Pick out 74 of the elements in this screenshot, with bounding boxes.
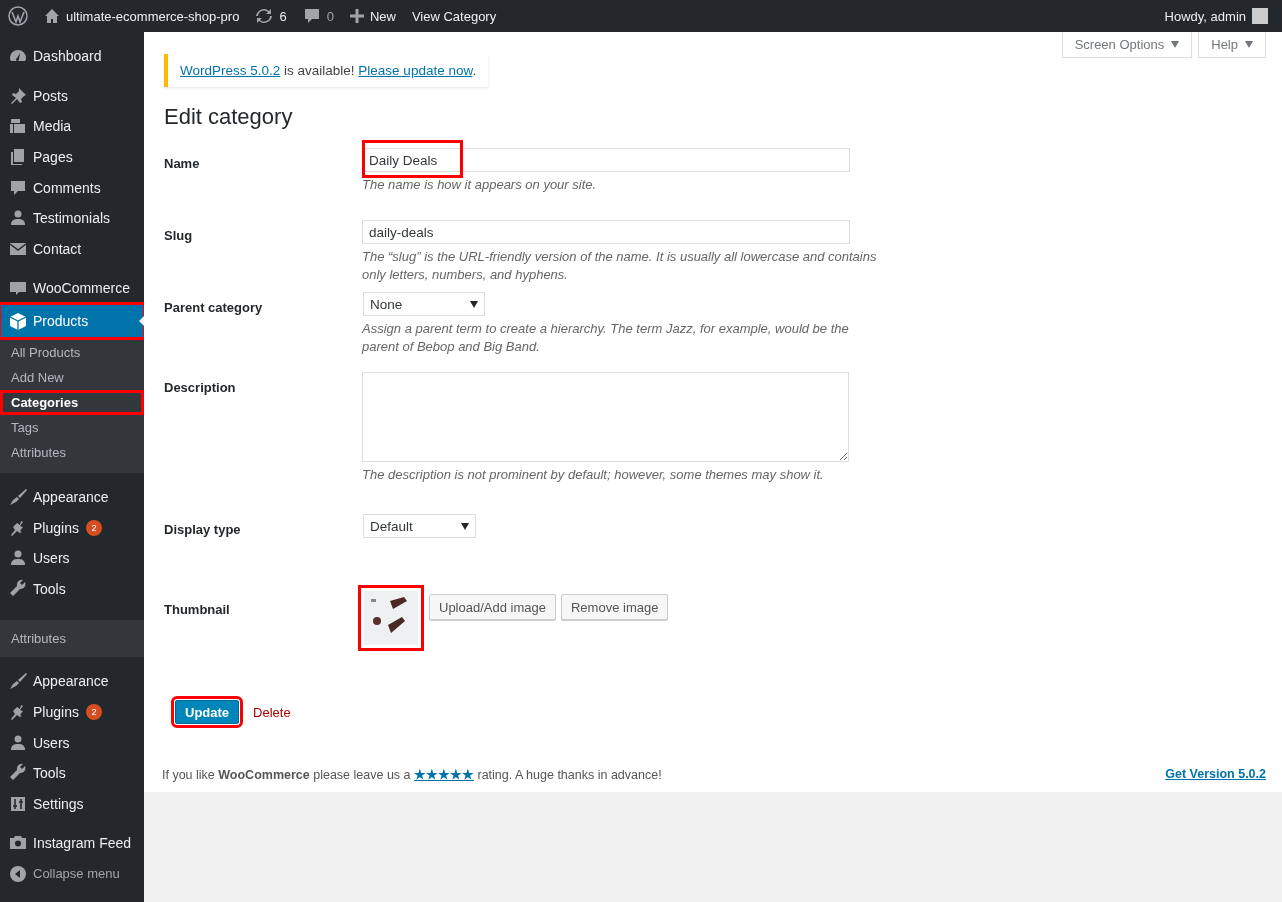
menu-item[interactable]: Appearance (0, 481, 144, 513)
text-field[interactable]: Daily Deals (362, 148, 850, 172)
greeting-link[interactable]: Howdy, admin (1164, 8, 1246, 24)
notice-link[interactable]: WordPress 5.0.2 (180, 63, 281, 78)
image-button[interactable]: Upload/Add image (429, 594, 556, 620)
submenu-item[interactable]: All Products (0, 339, 144, 365)
menu-item[interactable]: Appearance (0, 666, 144, 697)
menu-item[interactable]: Dashboard (0, 41, 144, 72)
menu-item[interactable]: Plugins 2 (0, 696, 144, 728)
update-notice: WordPress 5.0.2 is available! Please update now. (164, 54, 489, 87)
field-label: Display type (164, 521, 242, 539)
menu-item[interactable]: Products (0, 303, 144, 338)
field-label: Description (164, 379, 237, 397)
field-description: The description is not prominent by default; however, some themes may show it. (362, 466, 825, 484)
avatar-icon[interactable] (1252, 8, 1268, 24)
menu-item[interactable]: Settings (0, 788, 144, 820)
text-field[interactable]: daily-deals (362, 220, 850, 244)
delete-link[interactable]: Delete (253, 704, 291, 720)
field-description: The “slug” is the URL-friendly version of the name. It is usually all lowercase and contains only letters, numbers, and hyphens. (362, 248, 878, 284)
submenu-item[interactable]: Add New (0, 364, 144, 390)
home-icon (44, 8, 60, 24)
site-name-link[interactable]: ultimate-ecommerce-shop-pro (66, 8, 240, 24)
plus-icon (349, 9, 364, 23)
menu-item[interactable]: Tools (0, 573, 144, 605)
menu-item[interactable]: Media (0, 111, 144, 142)
menu-item[interactable]: WooCommerce (0, 273, 144, 304)
caret-icon (1245, 41, 1253, 48)
description-field[interactable] (362, 372, 849, 462)
count-badge: 2 (85, 519, 102, 536)
menu-item[interactable]: Contact (0, 233, 144, 265)
version-link[interactable]: Get Version 5.0.2 (1165, 767, 1266, 782)
wrench-icon (8, 578, 28, 599)
photo-placeholder (364, 591, 418, 645)
page-title: Edit category (164, 104, 294, 130)
caret-icon (1171, 41, 1180, 48)
new-link[interactable]: New (369, 8, 396, 24)
menu-item[interactable]: Users (0, 727, 144, 758)
paintbrush-icon (8, 671, 28, 692)
menu-item[interactable]: Users (0, 542, 144, 574)
field-label: Slug (164, 227, 194, 245)
menu-item[interactable]: Pages (0, 141, 144, 173)
menu-item[interactable]: Comments (0, 172, 144, 203)
submenu-item[interactable]: Categories (0, 389, 144, 415)
field-label: Thumbnail (164, 601, 231, 619)
speech-bubble-icon (302, 7, 321, 25)
field-label: Name (164, 155, 201, 173)
menu-item[interactable]: Testimonials (0, 202, 144, 234)
paintbrush-icon (8, 487, 28, 508)
refresh-icon (255, 7, 274, 25)
caret-icon (470, 300, 478, 308)
updates-count[interactable]: 6 (279, 8, 287, 24)
field-description: Assign a parent term to create a hierarchy. The term Jazz, for example, would be the parent of Bebop and Big Band. (362, 320, 850, 356)
menu-item[interactable]: Instagram Feed (0, 828, 144, 859)
field-description: The name is how it appears on your site. (362, 176, 598, 194)
menu-item[interactable]: Plugins 2 (0, 512, 144, 543)
screen-tab-button[interactable]: Help (1198, 32, 1266, 58)
menu-item[interactable]: Posts (0, 80, 144, 112)
comments-count[interactable]: 0 (326, 8, 334, 24)
field-label: Parent category (164, 299, 264, 317)
footer-text: If you like WooCommerce please leave us a ★★★★★ rating. A huge thanks in advance! (162, 767, 662, 782)
dropdown[interactable]: None (363, 292, 485, 316)
image-button[interactable]: Remove image (560, 594, 669, 620)
view-category-link[interactable]: View Category (411, 8, 497, 24)
collapse-menu-button[interactable]: Collapse menu (0, 858, 144, 890)
menu-item[interactable]: Tools (0, 757, 144, 789)
caret-icon (461, 522, 469, 530)
submenu-item[interactable]: Tags (0, 414, 144, 440)
dropdown[interactable]: Default (363, 514, 476, 538)
rating-link[interactable]: ★★★★★ (414, 768, 474, 782)
submenu-item[interactable]: Attributes (0, 439, 144, 465)
box-icon (8, 310, 28, 331)
count-badge: 2 (85, 704, 102, 720)
screen-tab-button[interactable]: Screen Options (1061, 32, 1193, 58)
wordpress-logo-icon[interactable] (8, 6, 28, 26)
